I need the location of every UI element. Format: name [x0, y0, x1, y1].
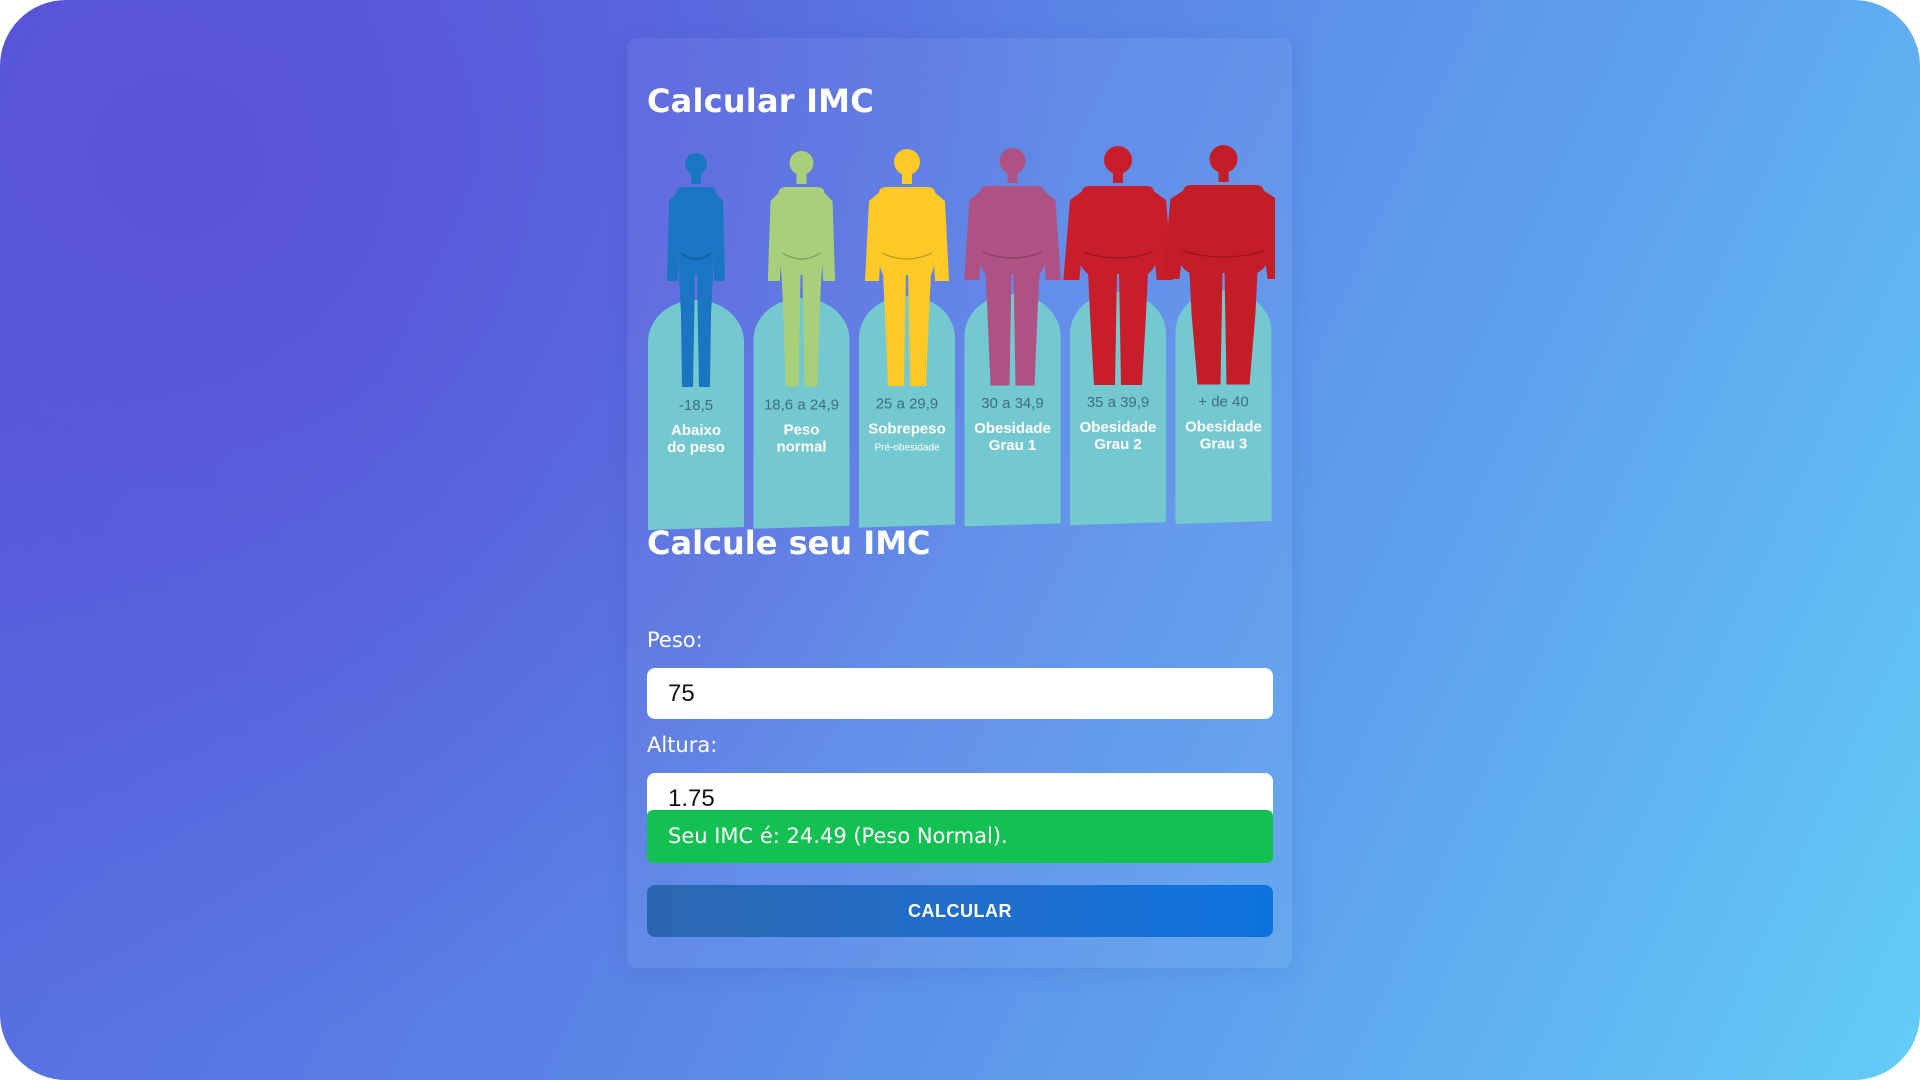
bmi-category-sublabel: Grau 2	[1094, 436, 1142, 453]
bmi-category-5: 35 a 39,9 ObesidadeGrau 2	[1063, 146, 1173, 526]
bmi-category-sublabel: Grau 1	[989, 437, 1037, 454]
bmi-category-label: Sobrepeso	[868, 421, 946, 438]
peso-label: Peso:	[647, 628, 703, 652]
tombstone	[753, 298, 850, 529]
page-title: Calcular IMC	[647, 82, 874, 120]
figure-torso	[676, 187, 716, 275]
bmi-category-label: Obesidade	[1080, 419, 1157, 436]
bmi-category-6: + de 40 ObesidadeGrau 3	[1162, 145, 1275, 524]
tombstone	[648, 300, 744, 530]
bmi-range-label: 25 a 29,9	[876, 396, 939, 413]
figure-torso	[778, 187, 825, 275]
figure-head	[685, 153, 707, 175]
imc-result: Seu IMC é: 24.49 (Peso Normal).	[647, 810, 1273, 863]
figure-left-arm	[767, 191, 783, 281]
altura-label: Altura:	[647, 733, 718, 757]
bmi-range-label: + de 40	[1198, 394, 1248, 411]
app-background: Calcular IMC -18,5 Abaixo do peso 18,6 a 24…	[0, 0, 1920, 1080]
bmi-category-label: Peso	[784, 421, 820, 438]
bmi-range-label: -18,5	[679, 397, 713, 414]
figure-neck	[1113, 171, 1123, 183]
figure-head	[789, 151, 814, 175]
figure-neck	[1007, 171, 1018, 183]
bmi-range-label: 18,6 a 24,9	[764, 396, 839, 413]
figure-neck	[902, 172, 912, 184]
figure-right-arm	[712, 191, 725, 281]
figure-neck	[1218, 170, 1229, 182]
figure-torso	[1078, 186, 1158, 274]
bmi-category-1: -18,5 Abaixodo peso	[648, 153, 744, 530]
figure-head	[1209, 145, 1238, 173]
figure-neck	[796, 172, 807, 184]
imc-card: Calcular IMC -18,5 Abaixo do peso 18,6 a 24…	[627, 38, 1292, 968]
figure-torso	[978, 186, 1047, 274]
bmi-category-label: Abaixo	[671, 422, 721, 439]
bmi-category-sublabel: do peso	[667, 439, 725, 456]
figure-torso	[879, 187, 935, 275]
bmi-category-label: Obesidade	[974, 420, 1051, 437]
figure-neck	[691, 172, 701, 184]
peso-input[interactable]	[647, 668, 1273, 719]
bmi-category-3: 25 a 29,9 Sobrepeso Pré-obesidade	[859, 149, 955, 528]
bmi-category-note: Pré-obesidade	[874, 443, 939, 454]
figure-head	[894, 149, 920, 175]
figure-torso	[1177, 185, 1270, 273]
figure-head	[999, 148, 1026, 174]
bmi-category-sublabel: Grau 3	[1200, 436, 1248, 453]
bmi-category-chart: -18,5 Abaixodo peso 18,6 a 24,9 Pesonormal 2…	[648, 145, 1275, 530]
figure-right-arm	[820, 191, 836, 281]
bmi-category-label: Obesidade	[1185, 419, 1262, 436]
bmi-range-label: 35 a 39,9	[1087, 394, 1150, 411]
bmi-category-2: 18,6 a 24,9 Pesonormal	[753, 151, 850, 529]
calcular-button[interactable]: CALCULAR	[647, 885, 1273, 937]
bmi-category-sublabel: normal	[776, 438, 826, 455]
form-title: Calcule seu IMC	[647, 524, 931, 562]
bmi-category-4: 30 a 34,9 ObesidadeGrau 1	[964, 148, 1061, 527]
figure-head	[1104, 146, 1132, 174]
figure-left-arm	[667, 191, 680, 281]
bmi-range-label: 30 a 34,9	[981, 395, 1044, 412]
